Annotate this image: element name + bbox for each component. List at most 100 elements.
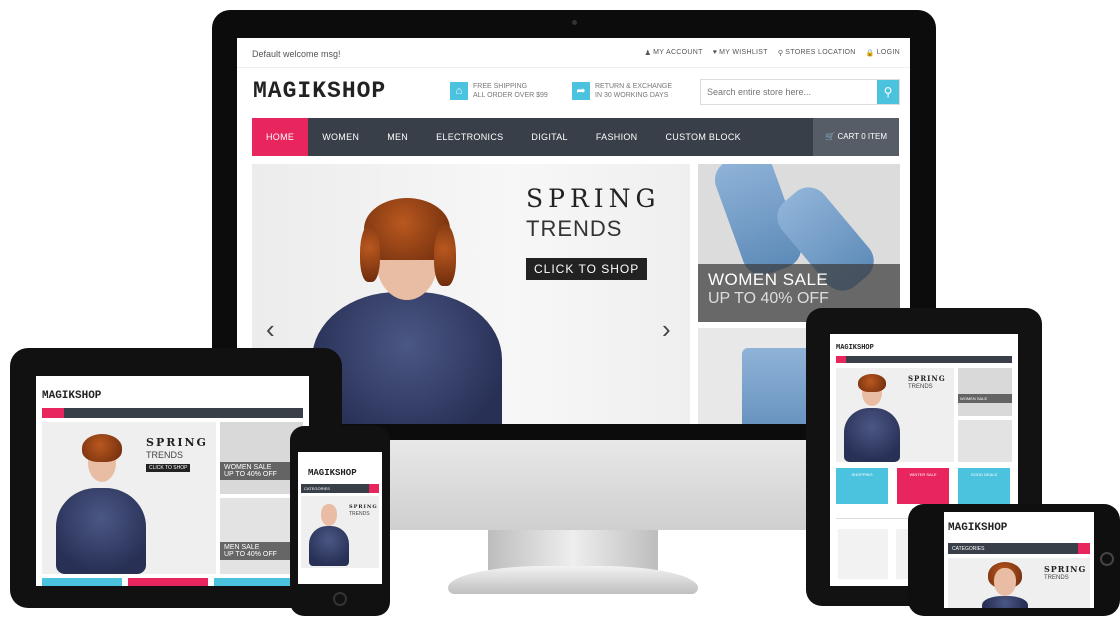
home-button: [1100, 552, 1114, 566]
site-logo: MAGIKSHOP: [308, 468, 357, 478]
hero-title: SPRING: [526, 184, 661, 213]
stores-location-link[interactable]: ⚲ STORES LOCATION: [778, 49, 856, 57]
hero-title: SPRING: [349, 504, 378, 510]
men-sale-title: MEN SALE: [224, 544, 260, 551]
site-logo: MAGIKSHOP: [836, 344, 874, 352]
nav-home: [836, 356, 846, 363]
tablet-website: MAGIKSHOP SPRING TRENDS CLICK TO SHOP WO…: [36, 376, 309, 586]
hero-title: SPRING: [1044, 564, 1087, 574]
cart-icon: 🛒: [825, 132, 836, 141]
women-sale-banner[interactable]: WOMEN SALE UP TO 40% OFF: [698, 164, 900, 322]
hero-slider: SPRING TRENDS: [948, 558, 1090, 608]
free-shipping-feature: ⌂ FREE SHIPPING ALL ORDER OVER $99: [450, 82, 548, 100]
share-arrow-icon: ➦: [572, 82, 590, 100]
map-pin-icon: ⚲: [777, 50, 784, 57]
model-hair-image: [82, 434, 122, 462]
heart-icon: ♥: [712, 49, 718, 56]
feature-tile: [128, 578, 208, 586]
model-sweater-image: [844, 408, 900, 462]
nav-home: [42, 408, 64, 418]
my-account-link[interactable]: ♟ MY ACCOUNT: [645, 49, 703, 57]
women-sale-subtitle: UP TO 40% OFF: [708, 290, 829, 307]
nav-electronics[interactable]: ELECTRONICS: [422, 118, 517, 156]
hero-subtitle: TRENDS: [146, 450, 184, 460]
apple-logo-icon: [558, 462, 590, 498]
nav-fashion[interactable]: FASHION: [582, 118, 652, 156]
top-bar: Default welcome msg! ♟ MY ACCOUNT ♥ MY WIS…: [237, 38, 910, 68]
nav-custom-block[interactable]: CUSTOM BLOCK: [651, 118, 754, 156]
return-exchange-feature: ➦ RETURN & EXCHANGE IN 30 WORKING DAYS: [572, 82, 672, 100]
nav-digital[interactable]: DIGITAL: [517, 118, 581, 156]
imac-stand-neck: [488, 530, 658, 570]
my-wishlist-link[interactable]: ♥ MY WISHLIST: [713, 49, 768, 57]
hero-subtitle: TRENDS: [1044, 575, 1069, 581]
hero-subtitle: TRENDS: [349, 511, 370, 517]
shopping-tile: SHOPPING: [836, 468, 888, 504]
click-to-shop-button: CLICK TO SHOP: [146, 464, 191, 472]
camera-dot: [572, 20, 577, 25]
men-banner: [958, 420, 1012, 462]
menu-icon: [369, 484, 379, 493]
my-account-label: MY ACCOUNT: [653, 49, 703, 56]
account-links: ♟ MY ACCOUNT ♥ MY WISHLIST ⚲ STORES LOCATIO…: [645, 49, 900, 57]
tile-label: WINTER SALE: [909, 472, 937, 477]
feature-line1: FREE SHIPPING: [473, 83, 528, 90]
main-nav: [42, 408, 303, 418]
women-sale-title: WOMEN SALE: [224, 464, 272, 471]
hero-subtitle: TRENDS: [908, 384, 933, 390]
phone-website: MAGIKSHOP CATEGORIES SPRING TRENDS: [944, 512, 1094, 608]
hero-subtitle: TRENDS: [526, 216, 623, 241]
hero-slider: SPRING TRENDS CLICK TO SHOP: [42, 422, 216, 574]
tile-label: SHOPPING: [851, 472, 873, 477]
home-icon: ⌂: [450, 82, 468, 100]
model-sweater-image: [56, 488, 146, 574]
next-slide-icon[interactable]: ›: [662, 314, 671, 345]
cart-button[interactable]: 🛒 CART 0 ITEM: [813, 118, 899, 156]
welcome-message: Default welcome msg!: [252, 49, 341, 59]
menu-icon: [1078, 543, 1090, 554]
my-wishlist-label: MY WISHLIST: [719, 49, 768, 56]
user-icon: ♟: [644, 50, 652, 57]
home-button: [333, 592, 347, 606]
feature-line1: RETURN & EXCHANGE: [595, 83, 673, 90]
women-sale-title: WOMEN SALE: [708, 270, 829, 289]
search-icon[interactable]: ⚲: [877, 80, 899, 104]
women-sale-banner: WOMEN SALE: [958, 368, 1012, 416]
site-logo: MAGIKSHOP: [948, 522, 1008, 534]
lock-icon: 🔒: [865, 50, 875, 57]
site-logo[interactable]: MAGIKSHOP: [253, 78, 386, 104]
site-logo: MAGIKSHOP: [42, 390, 102, 402]
nav-home[interactable]: HOME: [252, 118, 309, 156]
prev-slide-icon[interactable]: ‹: [266, 314, 275, 345]
hero-slider: SPRING TRENDS: [836, 368, 954, 462]
main-nav: HOME WOMEN MEN ELECTRONICS DIGITAL FASHI…: [252, 118, 899, 156]
model-face-image: [994, 568, 1016, 596]
model-hair-left: [360, 224, 380, 282]
model-sweater-image: [982, 596, 1028, 608]
model-sweater-image: [309, 526, 349, 566]
hero-title: SPRING: [146, 436, 208, 449]
winter-sale-tile: WINTER SALE: [897, 468, 949, 504]
nav-women[interactable]: WOMEN: [308, 118, 373, 156]
hero-slider: SPRING TRENDS: [301, 496, 379, 568]
login-label: LOGIN: [876, 49, 900, 56]
phone-website: MAGIKSHOP CATEGORIES SPRING TRENDS: [298, 452, 382, 584]
model-hair-image: [858, 374, 886, 392]
categories-label: CATEGORIES: [952, 546, 985, 552]
feature-tile: [42, 578, 122, 586]
search-input[interactable]: [701, 80, 877, 104]
cart-label: CART 0 ITEM: [837, 132, 888, 141]
categories-label: CATEGORIES: [304, 486, 330, 491]
feature-line2: ALL ORDER OVER $99: [473, 92, 548, 99]
categories-bar: CATEGORIES: [301, 484, 379, 493]
model-hair-right: [434, 224, 456, 286]
imac-stand-foot: [448, 566, 698, 594]
nav-men[interactable]: MEN: [373, 118, 422, 156]
click-to-shop-button[interactable]: CLICK TO SHOP: [526, 258, 648, 280]
login-link[interactable]: 🔒 LOGIN: [866, 49, 900, 57]
men-sale-subtitle: UP TO 40% OFF: [224, 551, 277, 558]
stores-location-label: STORES LOCATION: [785, 49, 856, 56]
good-deals-tile: GOOD DEALS: [958, 468, 1010, 504]
main-nav: [836, 356, 1012, 363]
jeans-image: [742, 348, 812, 424]
